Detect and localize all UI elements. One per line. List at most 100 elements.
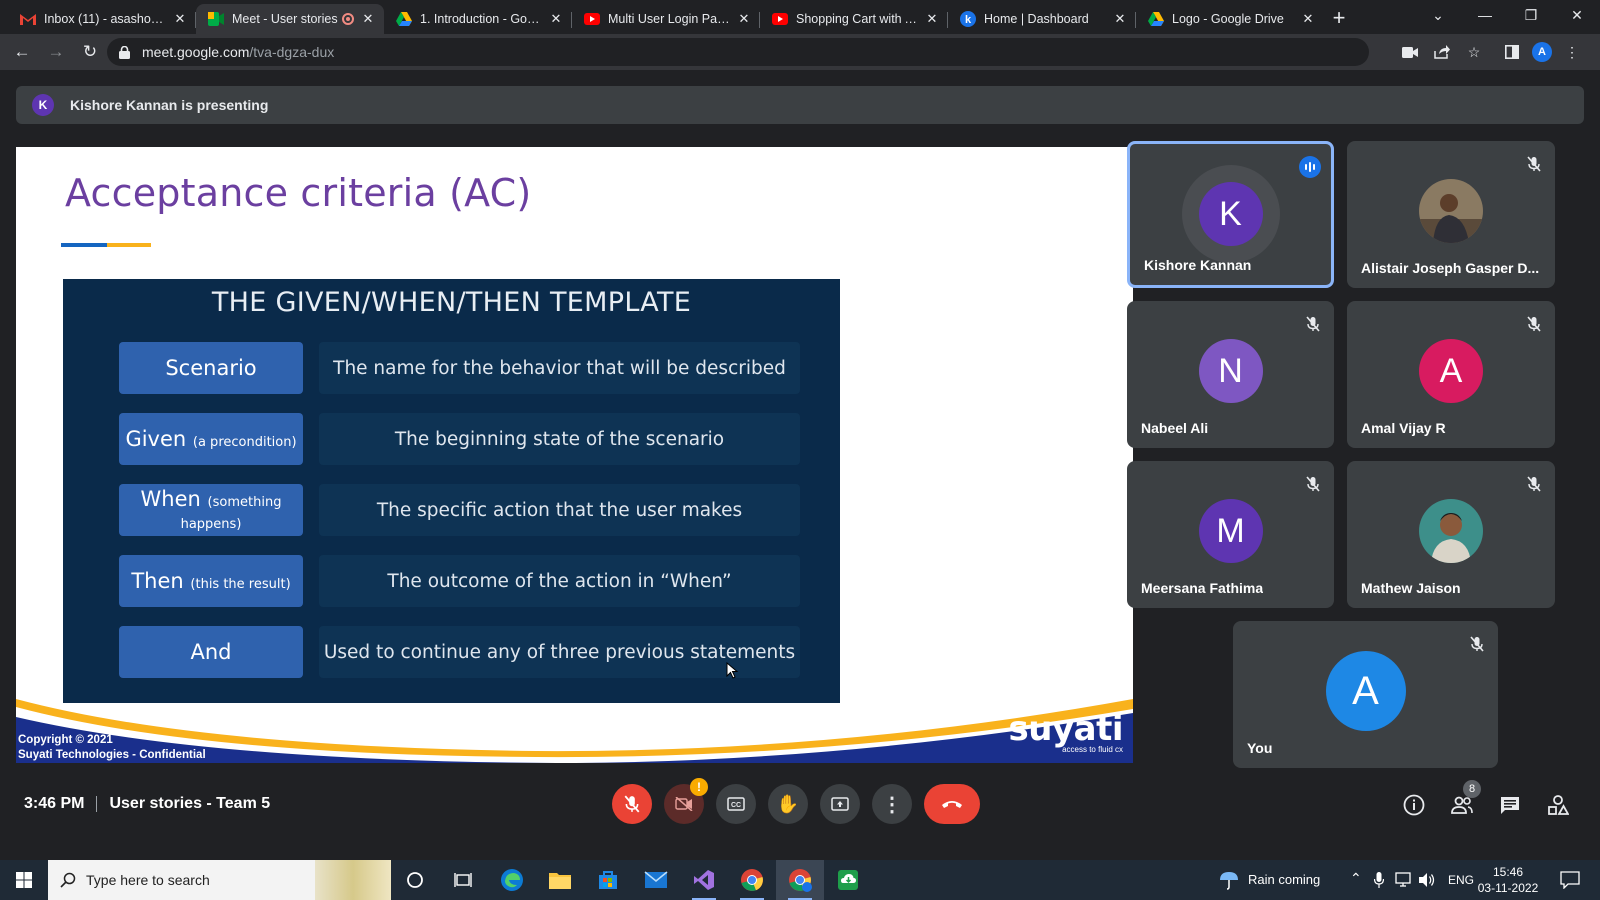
activities-icon[interactable] — [1545, 792, 1571, 818]
tab-dashboard[interactable]: k Home | Dashboard ✕ — [948, 4, 1136, 34]
side-panel-icon[interactable] — [1502, 42, 1522, 62]
system-clock[interactable]: 15:46 03-11-2022 — [1476, 864, 1540, 896]
template-row: Scenario The name for the behavior that … — [119, 342, 809, 394]
muted-mic-icon — [1523, 313, 1545, 335]
chat-icon[interactable] — [1497, 792, 1523, 818]
presentation-slide: Acceptance criteria (AC) THE GIVEN/WHEN/… — [16, 147, 1133, 763]
tab-title: Shopping Cart with ASP — [796, 12, 918, 26]
cortana-icon[interactable] — [391, 860, 439, 900]
minimize-button[interactable]: — — [1462, 0, 1508, 30]
drive-icon — [1148, 11, 1164, 27]
visual-studio-icon[interactable] — [680, 860, 728, 900]
row-description: The outcome of the action in “When” — [319, 555, 800, 607]
present-screen-button[interactable] — [820, 784, 860, 824]
tab-title: 1. Introduction - Googl — [420, 12, 542, 26]
tab-youtube-login[interactable]: Multi User Login Page v ✕ — [572, 4, 760, 34]
recording-icon — [342, 13, 354, 25]
tab-title: Inbox (11) - asashok@s — [44, 12, 166, 26]
microphone-toggle-button[interactable] — [612, 784, 652, 824]
new-tab-button[interactable]: + — [1324, 4, 1354, 34]
participant-count-badge: 8 — [1463, 780, 1481, 798]
gmail-icon — [20, 11, 36, 27]
url-host: meet.google.com — [142, 44, 250, 60]
browser-toolbar: ← → ↻ meet.google.com/tva-dgza-dux ☆ A ⋮ — [0, 34, 1600, 70]
chrome-icon[interactable] — [728, 860, 776, 900]
participant-tile[interactable]: Alistair Joseph Gasper D... — [1347, 141, 1555, 288]
hand-icon: ✋ — [776, 793, 800, 814]
restore-button[interactable]: ❐ — [1508, 0, 1554, 30]
tab-drive-introduction[interactable]: 1. Introduction - Googl ✕ — [384, 4, 572, 34]
row-description: The specific action that the user makes — [319, 484, 800, 536]
tab-drive-logo[interactable]: Logo - Google Drive ✕ — [1136, 4, 1324, 34]
reload-icon[interactable]: ↻ — [76, 38, 104, 66]
lock-icon[interactable] — [119, 45, 130, 59]
weather-text[interactable]: Rain coming — [1248, 872, 1320, 887]
close-tab-icon[interactable]: ✕ — [172, 11, 188, 27]
tab-meet[interactable]: Meet - User stories ✕ — [196, 4, 384, 34]
raise-hand-button[interactable]: ✋ — [768, 784, 808, 824]
back-icon[interactable]: ← — [8, 38, 36, 66]
participant-photo — [1419, 499, 1483, 563]
close-tab-icon[interactable]: ✕ — [360, 11, 376, 27]
participant-tile[interactable]: N Nabeel Ali — [1127, 301, 1334, 448]
leave-call-button[interactable] — [924, 784, 980, 824]
edge-icon[interactable] — [488, 860, 536, 900]
profile-avatar[interactable]: A — [1532, 42, 1552, 62]
windows-start-icon[interactable] — [0, 860, 48, 900]
captions-button[interactable]: CC — [716, 784, 756, 824]
people-button[interactable]: 8 — [1449, 780, 1481, 818]
close-window-button[interactable]: ✕ — [1554, 0, 1600, 30]
notifications-icon[interactable] — [1560, 871, 1580, 890]
close-tab-icon[interactable]: ✕ — [1112, 11, 1128, 27]
participant-name: Nabeel Ali — [1141, 420, 1209, 436]
microphone-tray-icon[interactable] — [1373, 872, 1385, 888]
task-view-icon[interactable] — [439, 860, 487, 900]
weather-icon[interactable] — [1218, 870, 1240, 890]
youtube-icon — [584, 11, 600, 27]
row-description: The name for the behavior that will be d… — [319, 342, 800, 394]
forward-icon[interactable]: → — [42, 38, 70, 66]
camera-in-use-icon[interactable] — [1400, 42, 1420, 62]
tab-youtube-cart[interactable]: Shopping Cart with ASP ✕ — [760, 4, 948, 34]
show-hidden-icons[interactable]: ⌃ — [1350, 870, 1362, 887]
close-tab-icon[interactable]: ✕ — [548, 11, 564, 27]
title-underline-accent — [107, 243, 151, 247]
mail-icon[interactable] — [632, 860, 680, 900]
row-label-text: And — [190, 639, 232, 664]
participant-avatar: A — [1419, 339, 1483, 403]
more-options-button[interactable]: ⋮ — [872, 784, 912, 824]
copyright-line: Suyati Technologies - Confidential — [18, 749, 206, 761]
sync-app-icon[interactable] — [824, 860, 872, 900]
tab-search-icon[interactable]: ⌄ — [1415, 0, 1461, 30]
tab-gmail[interactable]: Inbox (11) - asashok@s ✕ — [8, 4, 196, 34]
row-label: Given (a precondition) — [119, 413, 303, 465]
volume-icon[interactable] — [1418, 872, 1436, 888]
bookmark-star-icon[interactable]: ☆ — [1464, 42, 1484, 62]
microsoft-store-icon[interactable] — [584, 860, 632, 900]
share-icon[interactable] — [1432, 42, 1452, 62]
template-row: And Used to continue any of three previo… — [119, 626, 809, 678]
tab-title: Multi User Login Page v — [608, 12, 730, 26]
close-tab-icon[interactable]: ✕ — [924, 11, 940, 27]
close-tab-icon[interactable]: ✕ — [1300, 11, 1316, 27]
network-icon[interactable] — [1394, 872, 1412, 888]
camera-toggle-button[interactable]: ! — [664, 778, 708, 824]
row-label: When (something happens) — [119, 484, 303, 536]
chrome-profile-icon[interactable] — [776, 860, 824, 900]
search-icon — [60, 872, 76, 888]
meeting-details-icon[interactable] — [1401, 792, 1427, 818]
participant-tile[interactable]: K Kishore Kannan — [1127, 141, 1334, 288]
file-explorer-icon[interactable] — [536, 860, 584, 900]
language-indicator[interactable]: ENG — [1448, 873, 1474, 887]
browser-menu-icon[interactable]: ⋮ — [1562, 42, 1582, 62]
participant-tile[interactable]: A Amal Vijay R — [1347, 301, 1555, 448]
participant-tile-self[interactable]: A You — [1233, 621, 1498, 768]
muted-mic-icon — [1302, 473, 1324, 495]
template-row: Given (a precondition) The beginning sta… — [119, 413, 809, 465]
close-tab-icon[interactable]: ✕ — [736, 11, 752, 27]
participant-tile[interactable]: M Meersana Fathima — [1127, 461, 1334, 608]
participant-tile[interactable]: Mathew Jaison — [1347, 461, 1555, 608]
search-placeholder: Type here to search — [86, 872, 210, 888]
address-bar[interactable]: meet.google.com/tva-dgza-dux — [107, 38, 1369, 66]
taskbar-search-box[interactable]: Type here to search — [48, 860, 391, 900]
